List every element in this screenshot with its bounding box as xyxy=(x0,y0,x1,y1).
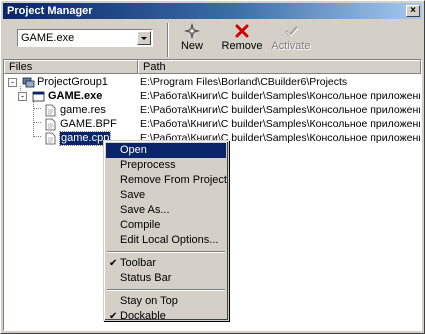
menu-separator xyxy=(106,248,226,256)
close-button[interactable]: × xyxy=(406,5,420,17)
title-bar[interactable]: Project Manager × xyxy=(3,3,422,19)
tree-item-path: E:\Program Files\Borland\CBuilder6\Proje… xyxy=(140,76,348,88)
activate-button[interactable]: Activate xyxy=(267,23,315,57)
tree-item-label: GAME.BPF xyxy=(60,118,117,130)
target-combo[interactable]: GAME.exe xyxy=(17,29,153,47)
new-button-label: New xyxy=(180,40,203,52)
collapse-toggle[interactable]: - xyxy=(8,78,17,87)
collapse-toggle[interactable]: - xyxy=(18,92,27,101)
tree-item-label: ProjectGroup1 xyxy=(37,76,108,88)
menu-item-edit-local-options[interactable]: Edit Local Options... xyxy=(106,233,226,248)
activate-icon xyxy=(285,26,299,37)
tree-row-project-group[interactable]: - ProjectGroup1 E:\Program Files\Borland… xyxy=(4,76,421,90)
remove-button-label: Remove xyxy=(221,40,263,52)
activate-button-label: Activate xyxy=(271,40,311,52)
tree-item-path: E:\Работа\Книги\C builder\Samples\Консол… xyxy=(140,90,420,102)
window-title: Project Manager xyxy=(7,5,93,17)
menu-item-open[interactable]: Open xyxy=(106,143,226,158)
new-button[interactable]: New xyxy=(175,23,209,57)
column-header: Files Path xyxy=(4,60,421,74)
tree-item-label: GAME.exe xyxy=(48,90,103,102)
file-icon xyxy=(45,132,56,145)
combo-dropdown-button[interactable] xyxy=(137,31,151,45)
file-icon xyxy=(45,118,56,131)
checkmark-icon: ✔ xyxy=(109,258,118,269)
project-manager-window: Project Manager × GAME.exe New Remove Ac… xyxy=(0,0,425,334)
menu-item-remove-from-project[interactable]: Remove From Project xyxy=(106,173,227,188)
column-header-path[interactable]: Path xyxy=(138,60,421,74)
menu-item-save-as[interactable]: Save As... xyxy=(106,203,226,218)
tree-item-path: E:\Работа\Книги\C builder\Samples\Консол… xyxy=(140,118,420,130)
tree-row-game-res[interactable]: game.res E:\Работа\Книги\C builder\Sampl… xyxy=(4,104,421,118)
column-header-files[interactable]: Files xyxy=(4,60,138,74)
tree-row-game-exe[interactable]: - GAME.exe E:\Работа\Книги\C builder\Sam… xyxy=(4,90,421,104)
menu-item-toolbar[interactable]: ✔ Toolbar xyxy=(106,256,226,271)
checkmark-icon: ✔ xyxy=(109,311,118,322)
menu-item-preprocess[interactable]: Preprocess xyxy=(106,158,226,173)
remove-button[interactable]: Remove xyxy=(217,23,267,57)
target-combo-value: GAME.exe xyxy=(21,32,75,44)
toolbar-separator xyxy=(167,23,169,57)
menu-item-stay-on-top[interactable]: Stay on Top xyxy=(106,294,226,309)
toolbar: GAME.exe New Remove Activate xyxy=(3,21,422,59)
project-group-icon xyxy=(22,77,35,88)
tree-item-label: game.res xyxy=(60,104,106,116)
remove-icon xyxy=(235,24,249,38)
menu-item-label: Dockable xyxy=(120,310,166,322)
menu-item-dockable[interactable]: ✔ Dockable xyxy=(106,309,226,324)
tree-row-game-bpf[interactable]: GAME.BPF E:\Работа\Книги\C builder\Sampl… xyxy=(4,118,421,132)
new-icon xyxy=(184,23,200,39)
menu-item-save[interactable]: Save xyxy=(106,188,226,203)
menu-separator xyxy=(106,286,226,294)
menu-item-label: Toolbar xyxy=(120,257,157,269)
context-menu: Open Preprocess Remove From Project Save… xyxy=(103,140,229,324)
exe-icon xyxy=(32,91,45,102)
menu-item-status-bar[interactable]: Status Bar xyxy=(106,271,226,286)
file-icon xyxy=(45,104,56,117)
menu-item-compile[interactable]: Compile xyxy=(106,218,226,233)
tree-item-path: E:\Работа\Книги\C builder\Samples\Консол… xyxy=(140,104,420,116)
